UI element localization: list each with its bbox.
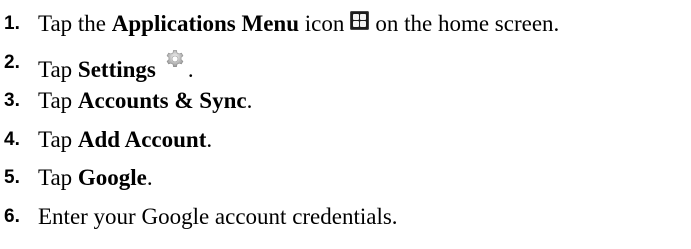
step-prefix: Tap bbox=[38, 56, 78, 82]
step-text: Tap Google. bbox=[38, 164, 153, 192]
step-bold-term: Add Account bbox=[77, 126, 207, 152]
step-suffix: . bbox=[246, 88, 253, 113]
step-text: Tap the Applications Menu icon on the hom… bbox=[38, 10, 559, 38]
step-text: Enter your Google account credentials. bbox=[38, 203, 398, 231]
step-bold-term: Accounts & Sync bbox=[77, 88, 247, 113]
step-2: 2. Tap Settings . bbox=[0, 49, 691, 88]
step-prefix: Enter your Google account credentials. bbox=[38, 203, 398, 229]
step-bold-term: Applications Menu bbox=[111, 11, 299, 36]
step-prefix: Tap bbox=[38, 126, 78, 152]
step-text: Tap Add Account. bbox=[38, 126, 212, 154]
step-text: Tap Accounts & Sync. bbox=[38, 87, 252, 115]
step-5: 5. Tap Google. bbox=[0, 164, 691, 203]
step-prefix: Tap the bbox=[38, 11, 112, 36]
settings-gear-icon bbox=[166, 49, 184, 67]
step-suffix: . bbox=[206, 126, 213, 152]
step-bold-term: Settings bbox=[77, 56, 156, 82]
step-6: 6. Enter your Google account credentials… bbox=[0, 203, 691, 242]
step-number: 5. bbox=[4, 167, 20, 188]
step-number: 3. bbox=[4, 90, 20, 111]
step-1: 1. Tap the Applications Menu icon on the … bbox=[0, 10, 691, 49]
step-prefix: Tap bbox=[38, 165, 78, 190]
step-3: 3. Tap Accounts & Sync. bbox=[0, 87, 691, 126]
step-text: Tap Settings . bbox=[38, 49, 194, 84]
applications-menu-icon bbox=[350, 11, 370, 30]
step-mid: icon bbox=[299, 11, 345, 36]
step-suffix: on the home screen. bbox=[375, 11, 560, 36]
step-suffix: . bbox=[146, 165, 153, 190]
step-4: 4. Tap Add Account. bbox=[0, 126, 691, 165]
step-number: 2. bbox=[4, 51, 20, 73]
step-number: 6. bbox=[4, 205, 20, 227]
step-number: 4. bbox=[4, 128, 20, 150]
step-suffix: . bbox=[187, 56, 194, 82]
step-prefix: Tap bbox=[38, 88, 78, 113]
step-number: 1. bbox=[4, 13, 20, 34]
step-bold-term: Google bbox=[77, 165, 147, 190]
instruction-steps: 1. Tap the Applications Menu icon on the … bbox=[0, 10, 691, 241]
